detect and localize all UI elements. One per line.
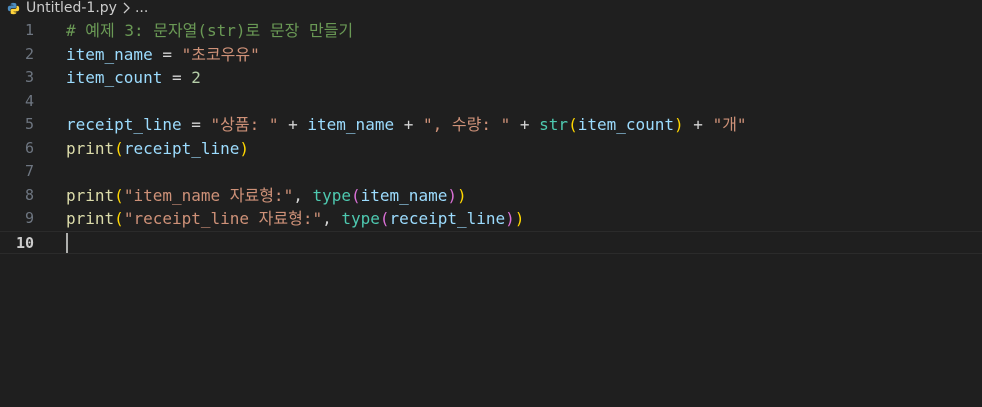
breadcrumb-filename[interactable]: Untitled-1.py [26, 0, 117, 16]
line-number: 4 [24, 91, 34, 110]
code-token: str [539, 115, 569, 134]
code-token: ( [114, 185, 124, 205]
code-line[interactable]: 9 print("receipt_line 자료형:", type(receipt… [0, 207, 982, 231]
line-code[interactable]: print(receipt_line) [66, 137, 249, 161]
code-token: ) [456, 185, 467, 205]
code-line[interactable]: 1 # 예제 3: 문자열(str)로 문장 만들기 [0, 19, 982, 43]
code-token: , [322, 209, 342, 228]
line-number: 1 [24, 21, 34, 39]
code-line[interactable]: 6 print(receipt_line) [0, 137, 982, 161]
code-token: print [66, 185, 115, 205]
breadcrumb: Untitled-1.py ... [0, 0, 982, 16]
line-number: 7 [24, 162, 34, 180]
code-token: "초코우유" [181, 44, 260, 64]
code-token: item_count [577, 115, 675, 134]
line-code[interactable]: print("receipt_line 자료형:", type(receipt_… [66, 207, 524, 231]
code-token: + [510, 115, 540, 134]
code-token: item_count [66, 68, 163, 87]
code-editor[interactable]: 1 # 예제 3: 문자열(str)로 문장 만들기 2 item_name = "초… [0, 19, 982, 254]
code-token: "개" [712, 115, 747, 134]
code-line[interactable]: 3 item_count = 2 [0, 66, 982, 90]
line-number: 2 [24, 44, 34, 63]
code-token: type [341, 209, 380, 228]
code-token: = [181, 115, 211, 134]
code-token: ) [505, 209, 515, 228]
code-line[interactable]: 5 receipt_line = "상품: " + item_name + ", … [0, 113, 982, 137]
code-token: "receipt_line 자료형:" [123, 209, 323, 228]
code-line[interactable]: 8 print("item_name 자료형:", type(item_name)… [0, 184, 982, 208]
code-token: item_name [307, 115, 395, 134]
code-token: print [66, 138, 115, 158]
line-code[interactable]: print("item_name 자료형:", type(item_name)) [66, 184, 467, 208]
code-token: ( [568, 115, 578, 134]
code-token: = [162, 68, 192, 87]
code-token: ( [114, 138, 124, 158]
line-number: 3 [24, 68, 34, 86]
breadcrumb-ellipsis[interactable]: ... [135, 0, 148, 16]
line-code[interactable]: item_name = "초코우유" [66, 43, 260, 67]
code-token: "item_name 자료형:" [123, 185, 294, 205]
code-token: + [394, 115, 423, 134]
code-line[interactable]: 4 [0, 90, 982, 114]
code-line[interactable]: 10 [0, 230, 982, 256]
code-token: receipt_line [123, 138, 240, 158]
code-token: + [278, 115, 308, 134]
code-token: ) [239, 138, 250, 158]
line-code[interactable] [66, 232, 68, 256]
text-cursor [66, 233, 68, 253]
code-token: + [683, 115, 713, 134]
code-token: ( [351, 185, 361, 205]
chevron-right-icon [121, 2, 131, 14]
code-token: ( [114, 209, 124, 228]
code-token: ) [447, 185, 457, 205]
code-token: # 예제 3: 문자열(str)로 문장 만들기 [66, 21, 354, 40]
line-number: 9 [24, 209, 34, 227]
line-code[interactable]: item_count = 2 [66, 66, 201, 90]
line-number: 8 [24, 185, 34, 204]
code-token: type [312, 185, 351, 205]
code-token: print [66, 209, 115, 228]
code-token: ) [514, 209, 525, 228]
code-token: item_name [66, 44, 153, 64]
code-token: ", 수량: " [423, 115, 511, 134]
line-code[interactable]: receipt_line = "상품: " + item_name + ", 수… [66, 113, 747, 137]
code-token: receipt_line [66, 115, 182, 134]
code-token: ) [674, 115, 684, 134]
code-token: item_name [360, 185, 448, 205]
python-file-icon [6, 1, 20, 15]
code-token: ( [379, 209, 390, 228]
line-number: 10 [15, 233, 34, 252]
code-token: = [152, 44, 182, 64]
line-number: 6 [24, 138, 34, 157]
code-line[interactable]: 2 item_name = "초코우유" [0, 43, 982, 67]
line-code[interactable]: # 예제 3: 문자열(str)로 문장 만들기 [66, 19, 353, 43]
code-line[interactable]: 7 [0, 160, 982, 184]
code-token: "상품: " [210, 115, 279, 134]
code-token: , [293, 185, 313, 205]
code-token: receipt_line [389, 209, 506, 228]
line-number: 5 [24, 115, 34, 133]
code-token: 2 [191, 68, 201, 87]
